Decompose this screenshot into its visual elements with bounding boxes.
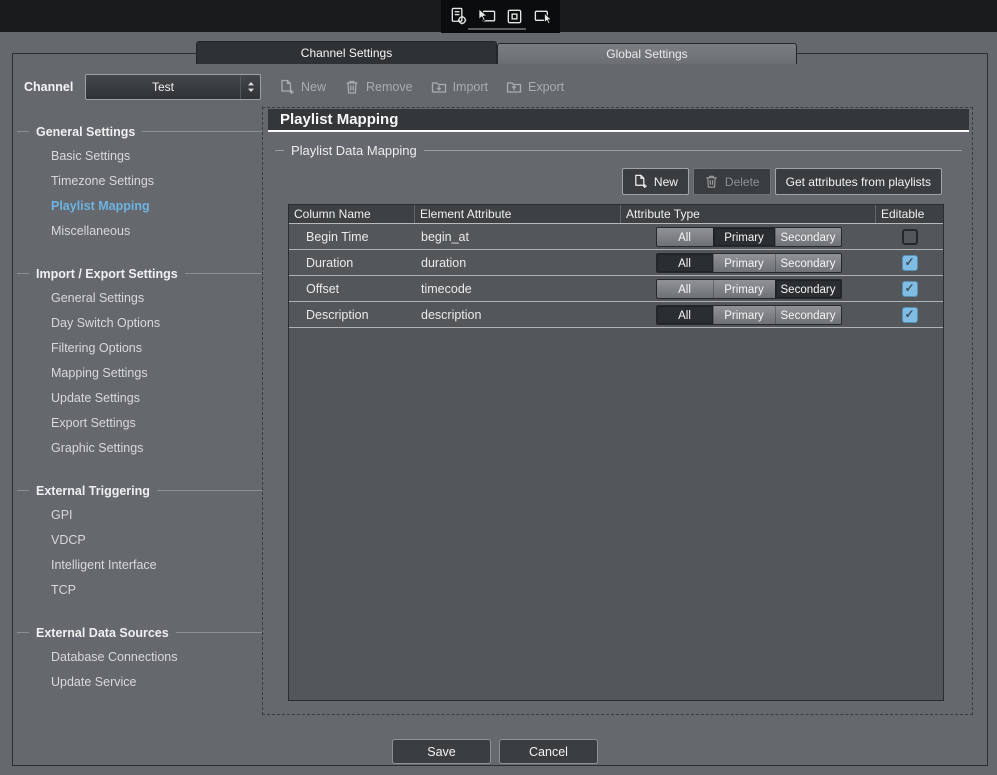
sidebar-item-general-settings[interactable]: General Settings — [17, 286, 262, 311]
capture-document-icon[interactable] — [449, 7, 468, 26]
sidebar-section-import-export: Import / Export Settings General Setting… — [17, 261, 262, 461]
attribute-type-segmented-control: All Primary Secondary — [656, 305, 842, 325]
get-attributes-button[interactable]: Get attributes from playlists — [775, 168, 942, 195]
sidebar-item-database-connections[interactable]: Database Connections — [17, 645, 262, 670]
channel-export-button[interactable]: Export — [506, 79, 564, 95]
sidebar-item-update-service[interactable]: Update Service — [17, 670, 262, 695]
segment-primary[interactable]: Primary — [713, 280, 775, 298]
sidebar-item-vdcp[interactable]: VDCP — [17, 528, 262, 553]
sidebar-item-export-settings[interactable]: Export Settings — [17, 411, 262, 436]
table-actions: New Delete Get attributes from playlists — [622, 168, 942, 195]
sidebar-item-filtering-options[interactable]: Filtering Options — [17, 336, 262, 361]
group-title: Playlist Data Mapping — [291, 143, 417, 158]
sidebar-section-general: General Settings Basic Settings Timezone… — [17, 119, 262, 244]
tab-channel-settings[interactable]: Channel Settings — [196, 41, 497, 64]
channel-label: Channel — [24, 80, 73, 94]
cell-element-attribute: begin_at — [415, 230, 621, 244]
tab-label: Global Settings — [606, 47, 687, 61]
trash-icon — [344, 79, 360, 95]
sidebar-section-title: External Triggering — [17, 478, 262, 503]
editable-checkbox[interactable] — [902, 229, 918, 245]
segment-primary[interactable]: Primary — [713, 228, 775, 246]
channel-remove-button[interactable]: Remove — [344, 79, 413, 95]
segment-secondary[interactable]: Secondary — [775, 228, 841, 246]
cell-element-attribute: duration — [415, 256, 621, 270]
delete-row-button[interactable]: Delete — [693, 168, 771, 195]
cell-element-attribute: timecode — [415, 282, 621, 296]
channel-new-button[interactable]: New — [279, 79, 326, 95]
cancel-button[interactable]: Cancel — [499, 739, 598, 764]
sidebar-item-mapping-settings[interactable]: Mapping Settings — [17, 361, 262, 386]
tab-global-settings[interactable]: Global Settings — [497, 43, 797, 64]
col-header-column-name: Column Name — [289, 205, 415, 223]
channel-dropdown[interactable]: Test — [85, 74, 261, 100]
table-row[interactable]: Duration duration All Primary Secondary — [289, 250, 943, 276]
channel-dropdown-value: Test — [86, 80, 240, 94]
attribute-type-segmented-control: All Primary Secondary — [656, 227, 842, 247]
segment-all[interactable]: All — [657, 228, 713, 246]
segment-primary[interactable]: Primary — [713, 306, 775, 324]
sidebar-item-tcp[interactable]: TCP — [17, 578, 262, 603]
new-row-button[interactable]: New — [622, 168, 689, 195]
segment-all[interactable]: All — [657, 280, 713, 298]
cell-column-name: Description — [289, 308, 415, 322]
mapping-table: Column Name Element Attribute Attribute … — [288, 204, 944, 701]
table-row[interactable]: Begin Time begin_at All Primary Secondar… — [289, 224, 943, 250]
col-header-element-attribute: Element Attribute — [415, 205, 621, 223]
page-title: Playlist Mapping — [268, 109, 969, 132]
segment-secondary[interactable]: Secondary — [775, 306, 841, 324]
sidebar-item-miscellaneous[interactable]: Miscellaneous — [17, 219, 262, 244]
settings-sidebar: General Settings Basic Settings Timezone… — [17, 119, 262, 712]
editable-checkbox[interactable] — [902, 281, 918, 297]
new-document-icon — [633, 174, 648, 189]
segment-secondary[interactable]: Secondary — [775, 280, 841, 298]
attribute-type-segmented-control: All Primary Secondary — [656, 253, 842, 273]
sidebar-section-external-data-sources: External Data Sources Database Connectio… — [17, 620, 262, 695]
segment-secondary[interactable]: Secondary — [775, 254, 841, 272]
playlist-mapping-panel: Playlist Mapping Playlist Data Mapping N… — [262, 107, 973, 715]
sidebar-section-title: General Settings — [17, 119, 262, 144]
sidebar-item-playlist-mapping[interactable]: Playlist Mapping — [17, 194, 262, 219]
table-row[interactable]: Description description All Primary Seco… — [289, 302, 943, 328]
cell-element-attribute: description — [415, 308, 621, 322]
settings-window: Channel Settings Global Settings Channel… — [0, 0, 997, 775]
sidebar-section-external-triggering: External Triggering GPI VDCP Intelligent… — [17, 478, 262, 603]
sidebar-section-title: External Data Sources — [17, 620, 262, 645]
channel-toolbar: New Remove Import Export — [279, 76, 564, 98]
new-document-icon — [279, 79, 295, 95]
cell-column-name: Duration — [289, 256, 415, 270]
table-row[interactable]: Offset timecode All Primary Secondary — [289, 276, 943, 302]
channel-import-button[interactable]: Import — [431, 79, 488, 95]
cell-column-name: Offset — [289, 282, 415, 296]
sidebar-item-basic-settings[interactable]: Basic Settings — [17, 144, 262, 169]
segment-primary[interactable]: Primary — [713, 254, 775, 272]
folder-export-icon — [506, 79, 522, 95]
sidebar-section-title: Import / Export Settings — [17, 261, 262, 286]
sidebar-item-day-switch-options[interactable]: Day Switch Options — [17, 311, 262, 336]
sidebar-item-timezone-settings[interactable]: Timezone Settings — [17, 169, 262, 194]
editable-checkbox[interactable] — [902, 307, 918, 323]
segment-all[interactable]: All — [657, 254, 713, 272]
dropdown-spinner-icon — [240, 75, 260, 99]
editable-checkbox[interactable] — [902, 255, 918, 271]
sidebar-item-update-settings[interactable]: Update Settings — [17, 386, 262, 411]
capture-toolbar-handle[interactable] — [468, 28, 526, 30]
capture-freeform-icon[interactable] — [533, 7, 552, 26]
capture-window-icon[interactable] — [477, 7, 496, 26]
attribute-type-segmented-control: All Primary Secondary — [656, 279, 842, 299]
capture-region-icon[interactable] — [505, 7, 524, 26]
col-header-attribute-type: Attribute Type — [621, 205, 876, 223]
group-header: Playlist Data Mapping — [275, 143, 962, 158]
trash-icon — [704, 174, 719, 189]
sidebar-item-gpi[interactable]: GPI — [17, 503, 262, 528]
tab-label: Channel Settings — [301, 46, 392, 60]
cell-column-name: Begin Time — [289, 230, 415, 244]
segment-all[interactable]: All — [657, 306, 713, 324]
save-button[interactable]: Save — [392, 739, 491, 764]
sidebar-item-graphic-settings[interactable]: Graphic Settings — [17, 436, 262, 461]
table-header: Column Name Element Attribute Attribute … — [289, 205, 943, 224]
col-header-editable: Editable — [876, 205, 943, 223]
sidebar-item-intelligent-interface[interactable]: Intelligent Interface — [17, 553, 262, 578]
folder-import-icon — [431, 79, 447, 95]
